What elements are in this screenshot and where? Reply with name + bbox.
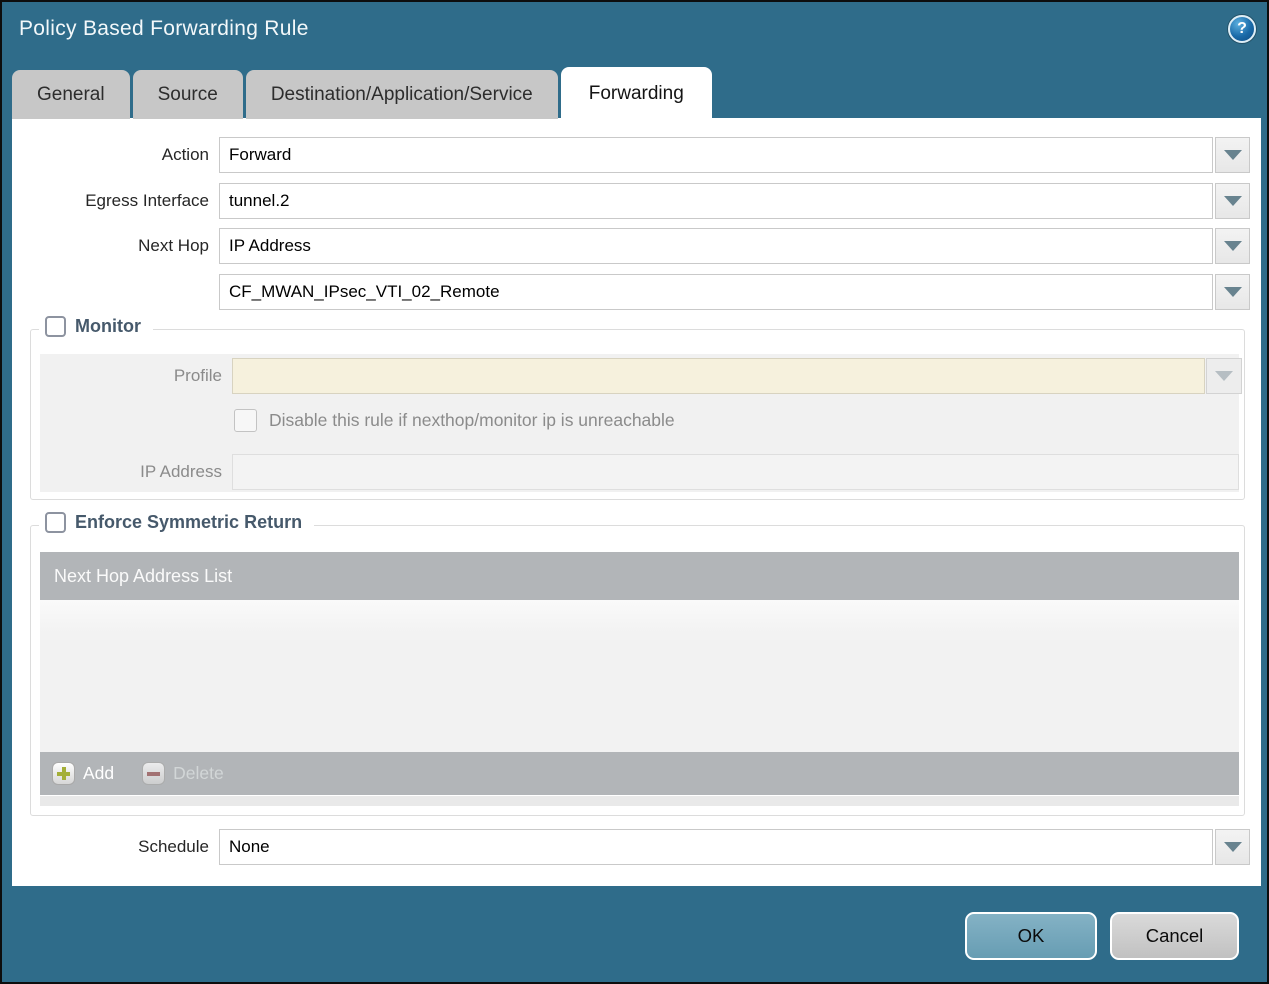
add-button-label: Add [83, 763, 115, 783]
plus-icon [52, 762, 75, 785]
chevron-down-icon [1223, 196, 1242, 206]
disable-rule-checkbox [234, 409, 257, 432]
monitor-legend: Monitor [39, 316, 153, 337]
chevron-down-icon [1223, 150, 1242, 160]
action-label: Action [161, 145, 209, 164]
monitor-body: Profile Disable this rule if nexthop/mon… [40, 354, 1242, 492]
tab-bar: General Source Destination/Application/S… [12, 67, 715, 119]
minus-icon [142, 762, 166, 785]
ok-button[interactable]: OK [965, 912, 1097, 960]
enforce-symmetric-return-group: Enforce Symmetric Return Next Hop Addres… [30, 512, 1245, 816]
monitor-ip-address-input [232, 454, 1239, 490]
next-hop-row: Next Hop IP Address [12, 228, 1261, 264]
monitor-checkbox[interactable] [45, 316, 66, 337]
profile-dropdown-button [1206, 358, 1242, 394]
next-hop-address-dropdown-button[interactable] [1215, 274, 1250, 310]
next-hop-address-list-body[interactable] [40, 600, 1239, 752]
pbf-rule-dialog: Policy Based Forwarding Rule ? General S… [0, 0, 1269, 984]
enforce-symmetric-return-checkbox[interactable] [45, 512, 66, 533]
next-hop-dropdown-button[interactable] [1215, 228, 1250, 264]
monitor-ip-address-label: IP Address [140, 462, 222, 481]
forwarding-tab-panel: Action Forward Egress Interface tunnel.2… [12, 118, 1261, 886]
tab-source[interactable]: Source [132, 70, 243, 119]
add-button[interactable]: Add [52, 762, 114, 785]
egress-interface-select[interactable]: tunnel.2 [219, 183, 1213, 219]
dialog-title: Policy Based Forwarding Rule [19, 17, 309, 40]
table-scrollbar-track [40, 796, 1239, 806]
tab-general[interactable]: General [12, 70, 130, 119]
chevron-down-icon [1223, 241, 1242, 251]
schedule-dropdown-button[interactable] [1215, 829, 1250, 865]
action-select[interactable]: Forward [219, 137, 1213, 173]
help-glyph: ? [1237, 20, 1247, 37]
tab-destination-application-service[interactable]: Destination/Application/Service [245, 70, 558, 119]
monitor-group: Monitor Profile Disable this rule if nex… [30, 316, 1245, 500]
delete-button-label: Delete [173, 763, 224, 783]
egress-interface-row: Egress Interface tunnel.2 [12, 183, 1261, 219]
action-dropdown-button[interactable] [1215, 137, 1250, 173]
next-hop-label: Next Hop [138, 236, 209, 255]
delete-button: Delete [142, 762, 224, 785]
tab-forwarding[interactable]: Forwarding [560, 67, 712, 119]
action-row: Action Forward [12, 137, 1261, 173]
egress-interface-dropdown-button[interactable] [1215, 183, 1250, 219]
next-hop-address-select[interactable]: CF_MWAN_IPsec_VTI_02_Remote [219, 274, 1213, 310]
schedule-select[interactable]: None [219, 829, 1213, 865]
enforce-legend-label: Enforce Symmetric Return [75, 512, 303, 532]
monitor-legend-label: Monitor [75, 316, 141, 336]
next-hop-address-list-table: Next Hop Address List Add Delete [40, 552, 1239, 806]
disable-rule-label: Disable this rule if nexthop/monitor ip … [269, 410, 675, 430]
next-hop-address-row: CF_MWAN_IPsec_VTI_02_Remote [12, 274, 1261, 310]
next-hop-type-select[interactable]: IP Address [219, 228, 1213, 264]
schedule-label: Schedule [138, 837, 209, 856]
enforce-legend: Enforce Symmetric Return [39, 512, 315, 533]
help-icon[interactable]: ? [1228, 15, 1256, 43]
egress-interface-label: Egress Interface [85, 191, 209, 210]
chevron-down-icon [1223, 287, 1242, 297]
profile-select [232, 358, 1205, 394]
table-toolbar: Add Delete [40, 752, 1239, 795]
chevron-down-icon [1215, 371, 1233, 381]
cancel-button[interactable]: Cancel [1110, 912, 1239, 960]
profile-label: Profile [173, 366, 222, 385]
schedule-row: Schedule None [12, 829, 1261, 865]
chevron-down-icon [1223, 842, 1242, 852]
next-hop-address-list-header: Next Hop Address List [40, 552, 1239, 600]
